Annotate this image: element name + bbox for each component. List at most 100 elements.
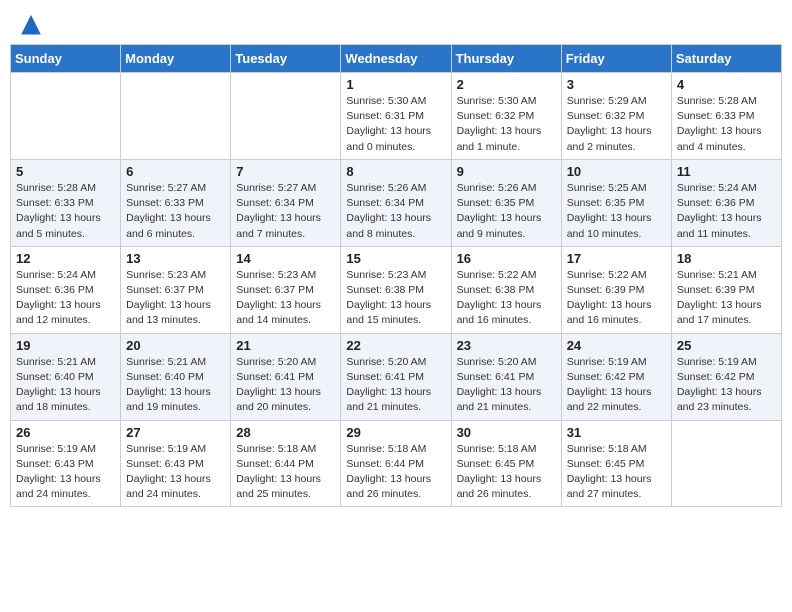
weekday-header-saturday: Saturday	[671, 45, 781, 73]
logo	[14, 10, 42, 36]
day-number: 15	[346, 251, 445, 266]
day-info: Sunrise: 5:18 AM Sunset: 6:44 PM Dayligh…	[236, 442, 335, 503]
day-number: 3	[567, 77, 666, 92]
day-info: Sunrise: 5:23 AM Sunset: 6:37 PM Dayligh…	[126, 268, 225, 329]
weekday-header-tuesday: Tuesday	[231, 45, 341, 73]
calendar-cell	[11, 73, 121, 160]
day-info: Sunrise: 5:28 AM Sunset: 6:33 PM Dayligh…	[16, 181, 115, 242]
day-info: Sunrise: 5:30 AM Sunset: 6:32 PM Dayligh…	[457, 94, 556, 155]
calendar-cell: 2 Sunrise: 5:30 AM Sunset: 6:32 PM Daylig…	[451, 73, 561, 160]
day-info: Sunrise: 5:18 AM Sunset: 6:45 PM Dayligh…	[567, 442, 666, 503]
day-info: Sunrise: 5:24 AM Sunset: 6:36 PM Dayligh…	[16, 268, 115, 329]
calendar-cell: 10 Sunrise: 5:25 AM Sunset: 6:35 PM Dayli…	[561, 159, 671, 246]
calendar-cell	[231, 73, 341, 160]
day-info: Sunrise: 5:27 AM Sunset: 6:34 PM Dayligh…	[236, 181, 335, 242]
day-info: Sunrise: 5:18 AM Sunset: 6:44 PM Dayligh…	[346, 442, 445, 503]
calendar-week-row: 26 Sunrise: 5:19 AM Sunset: 6:43 PM Dayli…	[11, 420, 782, 507]
day-info: Sunrise: 5:19 AM Sunset: 6:43 PM Dayligh…	[16, 442, 115, 503]
day-number: 27	[126, 425, 225, 440]
calendar-cell: 21Sunrise: 5:20 AM Sunset: 6:41 PM Dayli…	[231, 333, 341, 420]
day-info: Sunrise: 5:27 AM Sunset: 6:33 PM Dayligh…	[126, 181, 225, 242]
day-number: 31	[567, 425, 666, 440]
day-info: Sunrise: 5:21 AM Sunset: 6:40 PM Dayligh…	[16, 355, 115, 416]
calendar-cell: 5 Sunrise: 5:28 AM Sunset: 6:33 PM Daylig…	[11, 159, 121, 246]
day-number: 22	[346, 338, 445, 353]
calendar-cell: 29Sunrise: 5:18 AM Sunset: 6:44 PM Dayli…	[341, 420, 451, 507]
logo-triangle-icon	[20, 14, 42, 36]
calendar-cell: 30Sunrise: 5:18 AM Sunset: 6:45 PM Dayli…	[451, 420, 561, 507]
day-number: 12	[16, 251, 115, 266]
calendar-cell: 15 Sunrise: 5:23 AM Sunset: 6:38 PM Dayli…	[341, 246, 451, 333]
day-number: 17	[567, 251, 666, 266]
day-number: 16	[457, 251, 556, 266]
day-info: Sunrise: 5:20 AM Sunset: 6:41 PM Dayligh…	[457, 355, 556, 416]
day-info: Sunrise: 5:28 AM Sunset: 6:33 PM Dayligh…	[677, 94, 776, 155]
day-info: Sunrise: 5:25 AM Sunset: 6:35 PM Dayligh…	[567, 181, 666, 242]
day-info: Sunrise: 5:23 AM Sunset: 6:38 PM Dayligh…	[346, 268, 445, 329]
day-info: Sunrise: 5:20 AM Sunset: 6:41 PM Dayligh…	[346, 355, 445, 416]
day-number: 2	[457, 77, 556, 92]
day-info: Sunrise: 5:22 AM Sunset: 6:38 PM Dayligh…	[457, 268, 556, 329]
calendar-cell: 17 Sunrise: 5:22 AM Sunset: 6:39 PM Dayli…	[561, 246, 671, 333]
day-info: Sunrise: 5:19 AM Sunset: 6:42 PM Dayligh…	[567, 355, 666, 416]
day-number: 28	[236, 425, 335, 440]
day-number: 11	[677, 164, 776, 179]
day-number: 4	[677, 77, 776, 92]
day-info: Sunrise: 5:18 AM Sunset: 6:45 PM Dayligh…	[457, 442, 556, 503]
day-info: Sunrise: 5:30 AM Sunset: 6:31 PM Dayligh…	[346, 94, 445, 155]
calendar-cell: 12 Sunrise: 5:24 AM Sunset: 6:36 PM Dayli…	[11, 246, 121, 333]
weekday-header-monday: Monday	[121, 45, 231, 73]
calendar-cell: 26 Sunrise: 5:19 AM Sunset: 6:43 PM Dayli…	[11, 420, 121, 507]
day-number: 14	[236, 251, 335, 266]
day-info: Sunrise: 5:29 AM Sunset: 6:32 PM Dayligh…	[567, 94, 666, 155]
calendar-cell: 14Sunrise: 5:23 AM Sunset: 6:37 PM Dayli…	[231, 246, 341, 333]
day-number: 26	[16, 425, 115, 440]
day-info: Sunrise: 5:21 AM Sunset: 6:39 PM Dayligh…	[677, 268, 776, 329]
day-number: 8	[346, 164, 445, 179]
calendar-cell: 9 Sunrise: 5:26 AM Sunset: 6:35 PM Daylig…	[451, 159, 561, 246]
day-info: Sunrise: 5:22 AM Sunset: 6:39 PM Dayligh…	[567, 268, 666, 329]
weekday-header-wednesday: Wednesday	[341, 45, 451, 73]
day-number: 25	[677, 338, 776, 353]
calendar-week-row: 12 Sunrise: 5:24 AM Sunset: 6:36 PM Dayli…	[11, 246, 782, 333]
calendar-cell	[671, 420, 781, 507]
weekday-header-thursday: Thursday	[451, 45, 561, 73]
weekday-header-friday: Friday	[561, 45, 671, 73]
calendar-cell: 22 Sunrise: 5:20 AM Sunset: 6:41 PM Dayli…	[341, 333, 451, 420]
day-number: 9	[457, 164, 556, 179]
calendar-cell: 28 Sunrise: 5:18 AM Sunset: 6:44 PM Dayli…	[231, 420, 341, 507]
calendar-cell: 19 Sunrise: 5:21 AM Sunset: 6:40 PM Dayli…	[11, 333, 121, 420]
day-info: Sunrise: 5:21 AM Sunset: 6:40 PM Dayligh…	[126, 355, 225, 416]
calendar-cell	[121, 73, 231, 160]
day-number: 23	[457, 338, 556, 353]
day-number: 6	[126, 164, 225, 179]
calendar-week-row: 19 Sunrise: 5:21 AM Sunset: 6:40 PM Dayli…	[11, 333, 782, 420]
day-info: Sunrise: 5:19 AM Sunset: 6:43 PM Dayligh…	[126, 442, 225, 503]
day-number: 10	[567, 164, 666, 179]
day-number: 1	[346, 77, 445, 92]
weekday-header-sunday: Sunday	[11, 45, 121, 73]
calendar-cell: 6 Sunrise: 5:27 AM Sunset: 6:33 PM Daylig…	[121, 159, 231, 246]
day-number: 7	[236, 164, 335, 179]
calendar-cell: 31 Sunrise: 5:18 AM Sunset: 6:45 PM Dayli…	[561, 420, 671, 507]
page-header	[10, 10, 782, 36]
weekday-header-row: SundayMondayTuesdayWednesdayThursdayFrid…	[11, 45, 782, 73]
day-number: 18	[677, 251, 776, 266]
calendar-cell: 24 Sunrise: 5:19 AM Sunset: 6:42 PM Dayli…	[561, 333, 671, 420]
calendar-cell: 11 Sunrise: 5:24 AM Sunset: 6:36 PM Dayli…	[671, 159, 781, 246]
day-info: Sunrise: 5:19 AM Sunset: 6:42 PM Dayligh…	[677, 355, 776, 416]
calendar-week-row: 1 Sunrise: 5:30 AM Sunset: 6:31 PM Daylig…	[11, 73, 782, 160]
calendar-cell: 25 Sunrise: 5:19 AM Sunset: 6:42 PM Dayli…	[671, 333, 781, 420]
day-info: Sunrise: 5:24 AM Sunset: 6:36 PM Dayligh…	[677, 181, 776, 242]
calendar-cell: 1 Sunrise: 5:30 AM Sunset: 6:31 PM Daylig…	[341, 73, 451, 160]
calendar-cell: 20Sunrise: 5:21 AM Sunset: 6:40 PM Dayli…	[121, 333, 231, 420]
day-info: Sunrise: 5:26 AM Sunset: 6:34 PM Dayligh…	[346, 181, 445, 242]
day-number: 24	[567, 338, 666, 353]
calendar-cell: 4 Sunrise: 5:28 AM Sunset: 6:33 PM Daylig…	[671, 73, 781, 160]
day-info: Sunrise: 5:26 AM Sunset: 6:35 PM Dayligh…	[457, 181, 556, 242]
day-number: 5	[16, 164, 115, 179]
calendar-cell: 13Sunrise: 5:23 AM Sunset: 6:37 PM Dayli…	[121, 246, 231, 333]
calendar-cell: 7 Sunrise: 5:27 AM Sunset: 6:34 PM Daylig…	[231, 159, 341, 246]
day-number: 19	[16, 338, 115, 353]
calendar-cell: 8 Sunrise: 5:26 AM Sunset: 6:34 PM Daylig…	[341, 159, 451, 246]
